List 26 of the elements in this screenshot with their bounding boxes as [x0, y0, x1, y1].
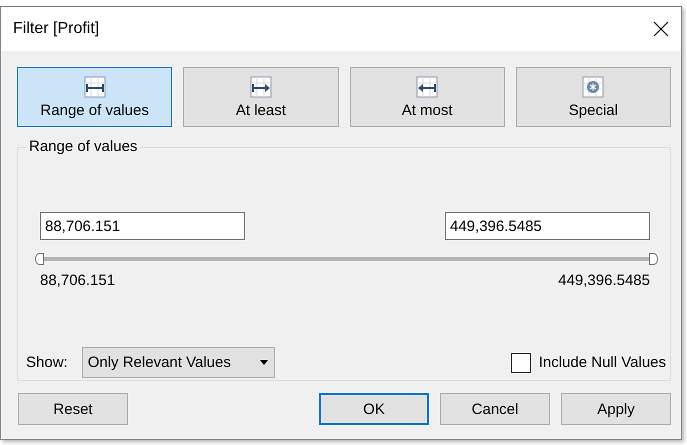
- max-value-label: 449,396.5485: [558, 272, 650, 289]
- min-value-field[interactable]: 88,706.151: [40, 212, 245, 240]
- include-null-checkbox[interactable]: [510, 352, 531, 372]
- caret-icon: [260, 360, 268, 365]
- dialog-button[interactable]: Cancel: [440, 393, 550, 425]
- slider-thumb[interactable]: [649, 253, 658, 265]
- mode-button[interactable]: At least: [183, 67, 338, 127]
- ruler-arrow-icon: [250, 76, 272, 98]
- include-null-label: Include Null Values: [538, 354, 666, 371]
- ruler-arrow-icon: [84, 76, 106, 98]
- dialog-button[interactable]: Reset: [18, 393, 128, 425]
- slider-thumb[interactable]: [35, 253, 44, 265]
- close-icon[interactable]: [653, 21, 669, 37]
- window-title: Filter [Profit]: [13, 20, 100, 38]
- max-value-field[interactable]: 449,396.5485: [445, 212, 650, 240]
- ruler-arrow-icon: [416, 76, 438, 98]
- mode-button[interactable]: Range of values: [17, 67, 172, 127]
- show-label: Show:: [26, 354, 68, 371]
- dialog-button[interactable]: OK: [319, 393, 429, 425]
- mode-button[interactable]: At most: [350, 67, 505, 127]
- min-value-label: 88,706.151: [40, 272, 116, 289]
- mode-button[interactable]: Special: [516, 67, 671, 127]
- dialog-button[interactable]: Apply: [561, 393, 671, 425]
- show-dropdown[interactable]: Only Relevant Values: [82, 347, 275, 378]
- group-title: Range of values: [26, 138, 140, 155]
- asterisk-icon: [582, 76, 604, 98]
